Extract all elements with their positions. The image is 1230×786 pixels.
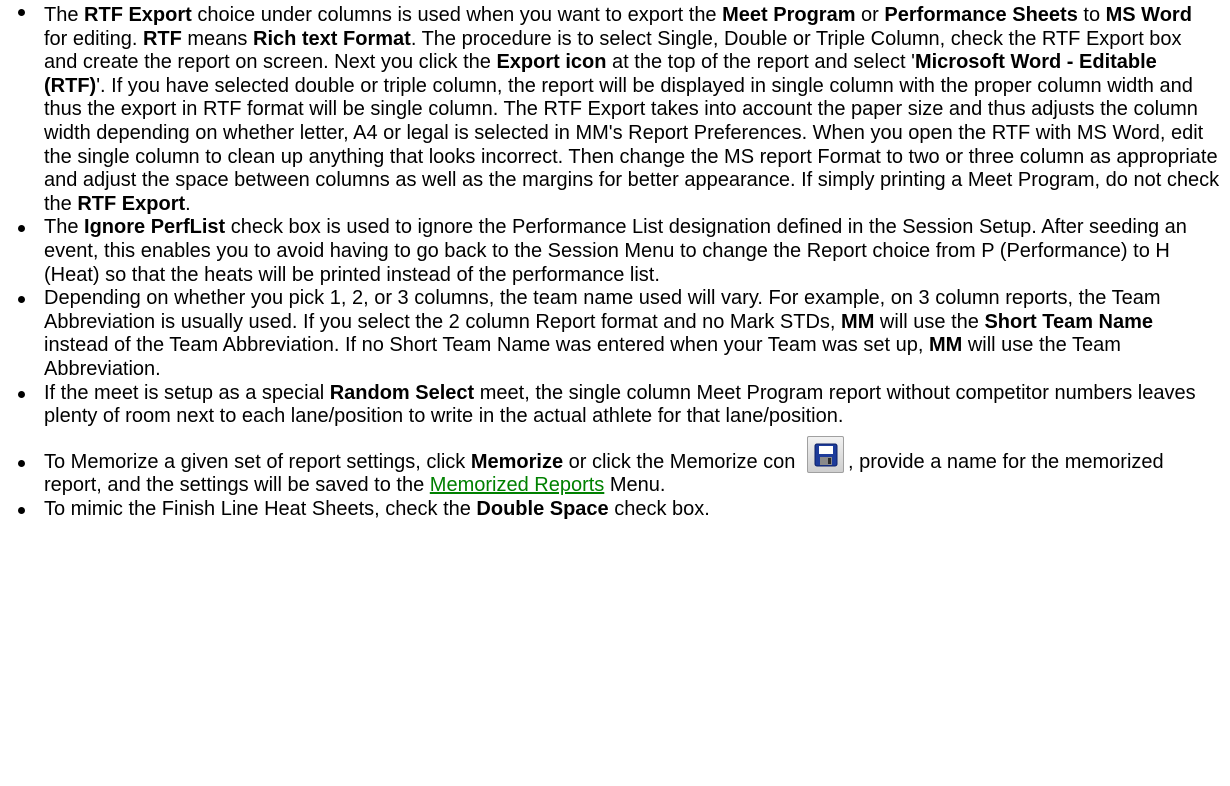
term-ignore-perflist: Ignore PerfList	[84, 216, 226, 239]
term-mm: MM	[841, 310, 875, 333]
term-double-space: Double Space	[476, 497, 609, 520]
term-short-team-name: Short Team Name	[984, 310, 1154, 333]
bullet-team-name-columns: Depending on whether you pick 1, 2, or 3…	[0, 287, 1230, 381]
term-mm-2: MM	[928, 334, 963, 357]
term-random-select: Random Select	[329, 381, 475, 404]
term-rtf: RTF	[142, 27, 182, 50]
bullet-list: The RTF Export choice under columns is u…	[0, 0, 1230, 521]
term-meet-program: Meet Program	[722, 4, 856, 26]
help-document: The RTF Export choice under columns is u…	[0, 0, 1230, 786]
term-performance-sheets: Performance Sheets	[884, 4, 1078, 26]
term-rtf-export-2: RTF Export	[77, 192, 186, 215]
term-memorize: Memorize	[470, 450, 564, 473]
bullet-ignore-perflist: The Ignore PerfList check box is used to…	[0, 216, 1230, 287]
term-rich-text-format: Rich text Format	[253, 27, 411, 50]
floppy-disk-icon	[814, 443, 838, 467]
bullet-rtf-export: The RTF Export choice under columns is u…	[0, 0, 1230, 216]
bullet-random-select: If the meet is setup as a special Random…	[0, 382, 1230, 429]
memorized-reports-link[interactable]: Memorized Reports	[430, 474, 605, 496]
term-export-icon: Export icon	[496, 51, 607, 74]
bullet-double-space: To mimic the Finish Line Heat Sheets, ch…	[0, 498, 1230, 522]
floppy-disk-save-icon[interactable]	[806, 435, 844, 473]
term-ms-word: MS Word	[1105, 4, 1192, 26]
bullet-memorize: To Memorize a given set of report settin…	[0, 435, 1230, 498]
term-rtf-export: RTF Export	[84, 4, 192, 26]
